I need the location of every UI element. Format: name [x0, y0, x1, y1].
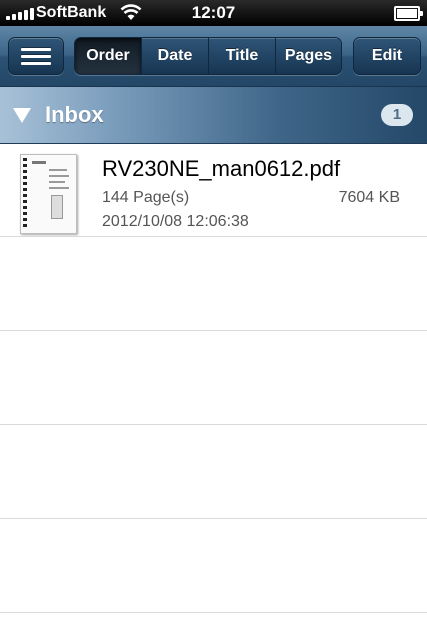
row-separator: [0, 518, 427, 519]
sort-segmented-control: Order Date Title Pages: [74, 37, 342, 75]
file-date: 2012/10/08 12:06:38: [102, 213, 249, 230]
row-separator: [0, 330, 427, 331]
sort-date-segment[interactable]: Date: [141, 38, 208, 74]
sort-order-segment[interactable]: Order: [75, 38, 141, 74]
row-separator: [0, 424, 427, 425]
sort-pages-segment[interactable]: Pages: [275, 38, 341, 74]
file-row[interactable]: RV230NE_man0612.pdf 144 Page(s) 7604 KB …: [0, 144, 427, 236]
status-bar: SoftBank 12:07: [0, 0, 427, 26]
edit-button[interactable]: Edit: [353, 37, 421, 75]
disclosure-triangle-icon: [13, 108, 31, 123]
file-size: 7604 KB: [338, 189, 400, 206]
toolbar: Order Date Title Pages Edit: [0, 26, 427, 87]
pdf-thumbnail-icon: [20, 154, 77, 234]
clock: 12:07: [191, 3, 236, 22]
file-name: RV230NE_man0612.pdf: [102, 156, 341, 181]
section-title: Inbox: [45, 102, 104, 127]
count-badge: 1: [381, 104, 413, 126]
battery-icon: [394, 6, 423, 21]
menu-button[interactable]: [8, 37, 64, 75]
file-page-count: 144 Page(s): [102, 189, 190, 206]
row-separator: [0, 612, 427, 613]
row-separator: [0, 236, 427, 237]
sort-title-segment[interactable]: Title: [208, 38, 275, 74]
menu-icon: [21, 44, 51, 69]
inbox-section-header[interactable]: Inbox: [0, 87, 427, 144]
